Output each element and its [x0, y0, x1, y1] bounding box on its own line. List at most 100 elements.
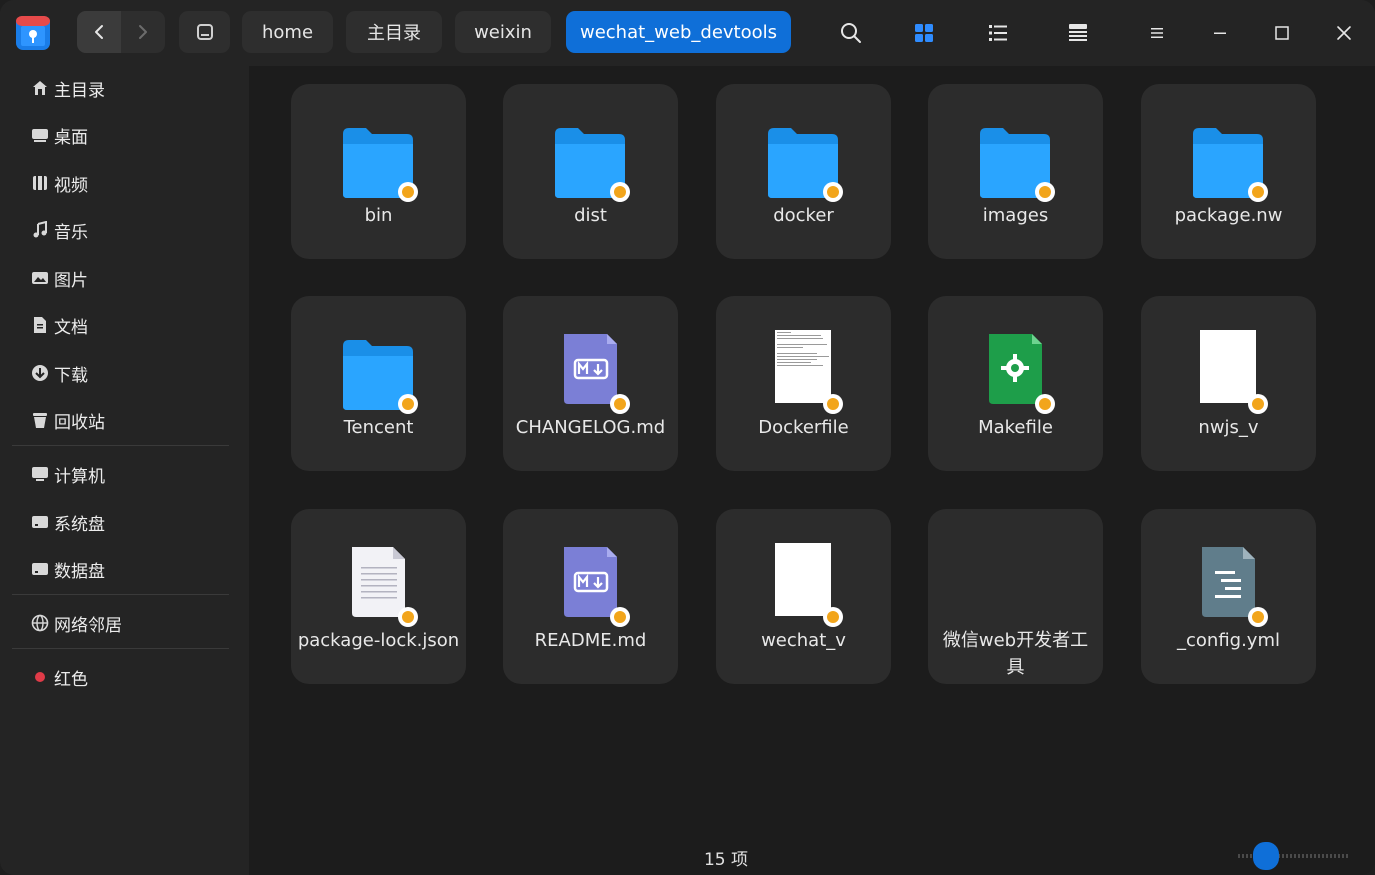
close-icon: [1337, 26, 1351, 40]
file-item-config-yml[interactable]: _config.yml: [1141, 509, 1316, 684]
sidebar-item-label: 网络邻居: [54, 615, 122, 636]
file-name: nwjs_v: [1198, 417, 1259, 438]
breadcrumb-main-dir[interactable]: 主目录: [346, 11, 442, 53]
disk-icon: [196, 24, 213, 40]
folder-icon: [291, 118, 466, 206]
text-preview-icon: [716, 323, 891, 418]
file-name: CHANGELOG.md: [515, 417, 666, 438]
file-name: bin: [364, 205, 393, 226]
blank-preview-icon: [1141, 323, 1316, 418]
lock-icon: [398, 394, 418, 414]
file-item-package-lock[interactable]: package-lock.json: [291, 509, 466, 684]
icon-view-icon: [915, 24, 933, 42]
menu-button[interactable]: [1137, 13, 1177, 53]
minimize-icon: [1214, 32, 1226, 34]
blank-preview-icon: [716, 536, 891, 631]
sidebar-item-label: 红色: [54, 669, 88, 690]
file-item-readme[interactable]: README.md: [503, 509, 678, 684]
chevron-left-icon: [95, 25, 103, 39]
sidebar-divider: [12, 594, 229, 595]
lock-icon: [1035, 394, 1055, 414]
lock-icon: [398, 607, 418, 627]
breadcrumb-current[interactable]: wechat_web_devtools: [566, 11, 791, 53]
sidebar-item-trash[interactable]: 回收站: [12, 400, 232, 440]
sidebar-item-pictures[interactable]: 图片: [12, 258, 232, 298]
markdown-file-icon: [503, 543, 678, 631]
file-name: 微信web开发者工具: [942, 630, 1089, 678]
sidebar-item-tag-red[interactable]: 红色: [12, 657, 232, 697]
file-item-makefile[interactable]: Makefile: [928, 296, 1103, 471]
navigation-buttons: [77, 11, 165, 53]
file-item-changelog[interactable]: CHANGELOG.md: [503, 296, 678, 471]
maximize-button[interactable]: [1262, 13, 1302, 53]
file-item-dist[interactable]: dist: [503, 84, 678, 259]
lock-icon: [610, 182, 630, 202]
sidebar-item-system-disk[interactable]: 系统盘: [12, 502, 232, 542]
file-name: package-lock.json: [297, 630, 460, 651]
sidebar-item-home[interactable]: 主目录: [12, 68, 232, 108]
file-item-package-nw[interactable]: package.nw: [1141, 84, 1316, 259]
sidebar-item-label: 系统盘: [54, 514, 105, 535]
sidebar: 主目录 桌面 视频 音乐 图片 文档 下载 回收站 计算机 系统盘 数据盘 网络…: [0, 66, 249, 875]
lock-icon: [823, 182, 843, 202]
file-name: Tencent: [343, 417, 414, 438]
item-count: 15 项: [703, 850, 749, 870]
minimize-button[interactable]: [1200, 13, 1240, 53]
file-item-images[interactable]: images: [928, 84, 1103, 259]
sidebar-item-music[interactable]: 音乐: [12, 210, 232, 250]
file-item-tencent[interactable]: Tencent: [291, 296, 466, 471]
sidebar-item-network[interactable]: 网络邻居: [12, 603, 232, 643]
sidebar-item-label: 桌面: [54, 127, 88, 148]
file-item-docker[interactable]: docker: [716, 84, 891, 259]
sidebar-item-documents[interactable]: 文档: [12, 305, 232, 345]
list-view-icon: [989, 25, 1007, 41]
search-icon: [841, 23, 861, 43]
breadcrumb-weixin[interactable]: weixin: [455, 11, 551, 53]
lock-icon: [1035, 182, 1055, 202]
detail-view-button[interactable]: [1058, 13, 1098, 53]
slider-handle: [1253, 842, 1279, 870]
file-item-wechat-devtools-app[interactable]: 微信web开发者工具: [928, 509, 1103, 684]
lock-icon: [398, 182, 418, 202]
breadcrumb-disk-button[interactable]: [179, 11, 230, 53]
file-name: images: [982, 205, 1049, 226]
back-button[interactable]: [77, 11, 121, 53]
file-manager-window: home 主目录 weixin wechat_web_devtools 主目录 …: [0, 0, 1375, 875]
sidebar-item-label: 回收站: [54, 412, 105, 433]
file-name: Dockerfile: [758, 417, 849, 438]
sidebar-divider: [12, 648, 229, 649]
sidebar-item-video[interactable]: 视频: [12, 163, 232, 203]
file-name: package.nw: [1174, 205, 1283, 226]
sidebar-item-computer[interactable]: 计算机: [12, 454, 232, 494]
search-button[interactable]: [831, 13, 871, 53]
sidebar-item-downloads[interactable]: 下载: [12, 353, 232, 393]
lock-icon: [1248, 394, 1268, 414]
icon-size-slider[interactable]: [1237, 838, 1352, 874]
sidebar-item-label: 视频: [54, 175, 88, 196]
file-item-nwjs[interactable]: nwjs_v: [1141, 296, 1316, 471]
sidebar-item-desktop[interactable]: 桌面: [12, 115, 232, 155]
forward-button[interactable]: [121, 11, 165, 53]
file-item-dockerfile[interactable]: Dockerfile: [716, 296, 891, 471]
markdown-file-icon: [503, 330, 678, 418]
list-view-button[interactable]: [978, 13, 1018, 53]
sidebar-divider: [12, 445, 229, 446]
sidebar-item-data-disk[interactable]: 数据盘: [12, 549, 232, 589]
folder-icon: [1141, 118, 1316, 206]
file-name: Makefile: [978, 417, 1053, 438]
sidebar-item-label: 计算机: [54, 466, 105, 487]
detail-view-icon: [1069, 24, 1087, 41]
lock-icon: [823, 607, 843, 627]
lock-icon: [823, 394, 843, 414]
icon-view-button[interactable]: [904, 13, 944, 53]
lock-icon: [1248, 607, 1268, 627]
text-document-icon: [291, 543, 466, 631]
close-button[interactable]: [1324, 13, 1364, 53]
file-item-bin[interactable]: bin: [291, 84, 466, 259]
file-name: dist: [574, 205, 607, 226]
menu-icon: [1151, 28, 1163, 38]
file-name: README.md: [534, 630, 647, 651]
file-item-wechat-v[interactable]: wechat_v: [716, 509, 891, 684]
sidebar-item-label: 音乐: [54, 222, 88, 243]
breadcrumb-home[interactable]: home: [242, 11, 333, 53]
